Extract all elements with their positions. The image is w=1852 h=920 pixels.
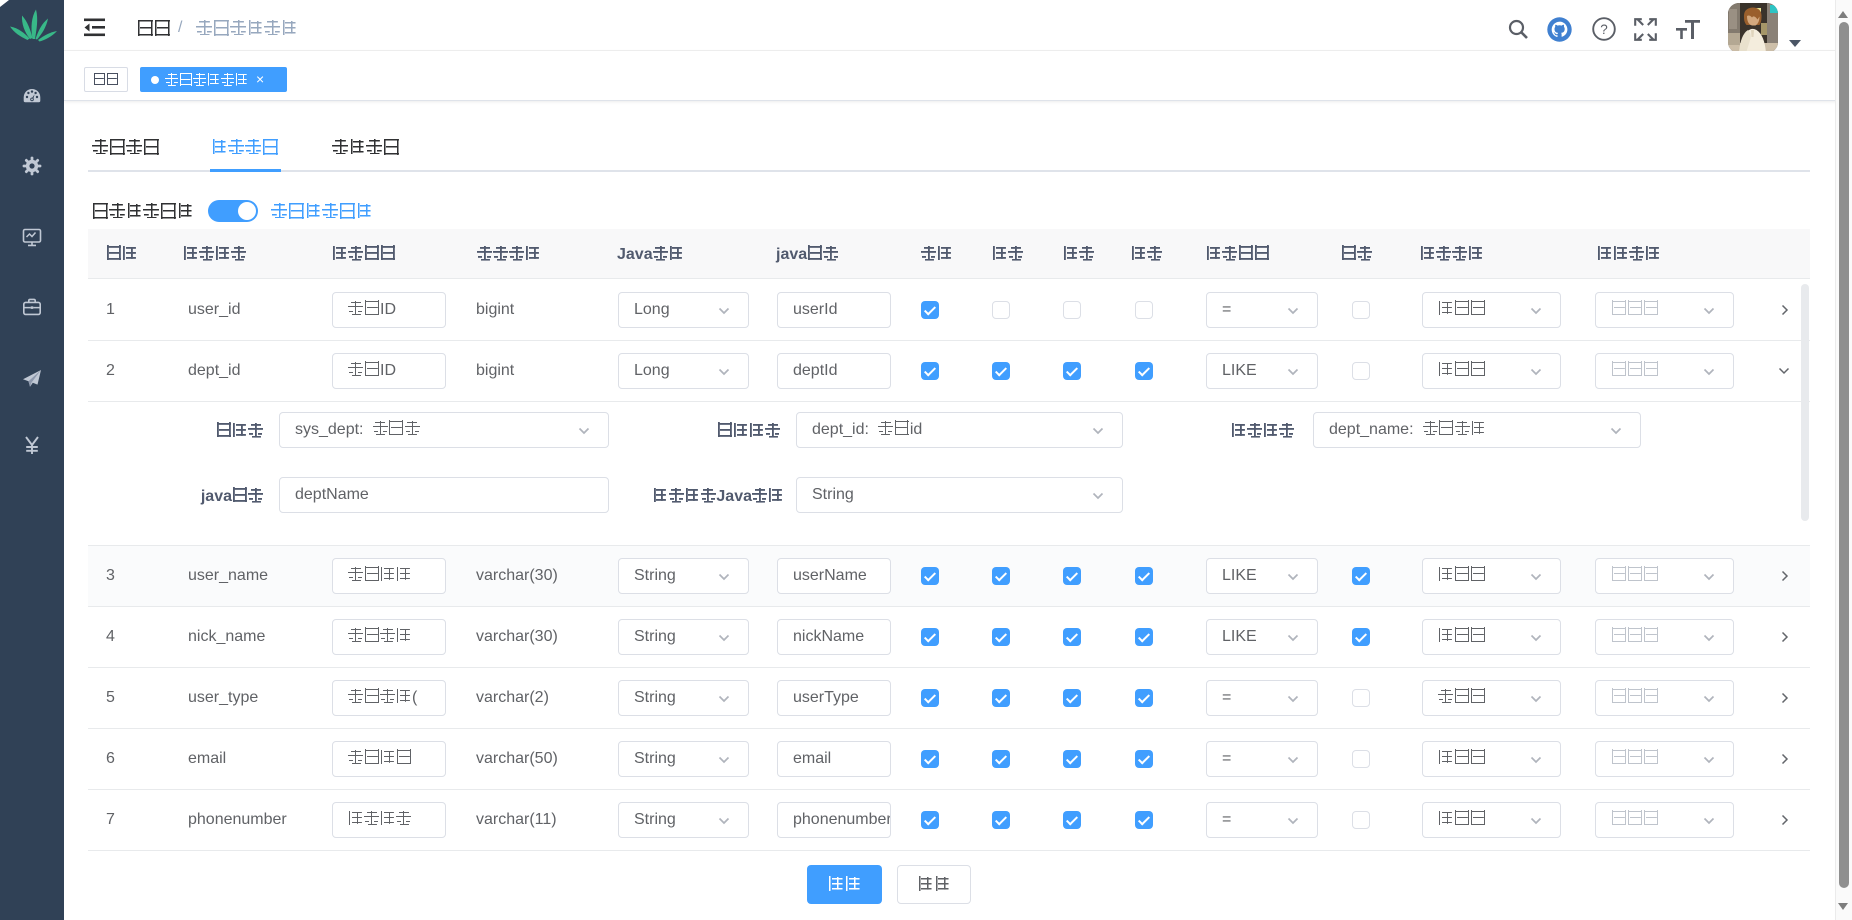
svg-text:?: ? (1600, 22, 1608, 37)
